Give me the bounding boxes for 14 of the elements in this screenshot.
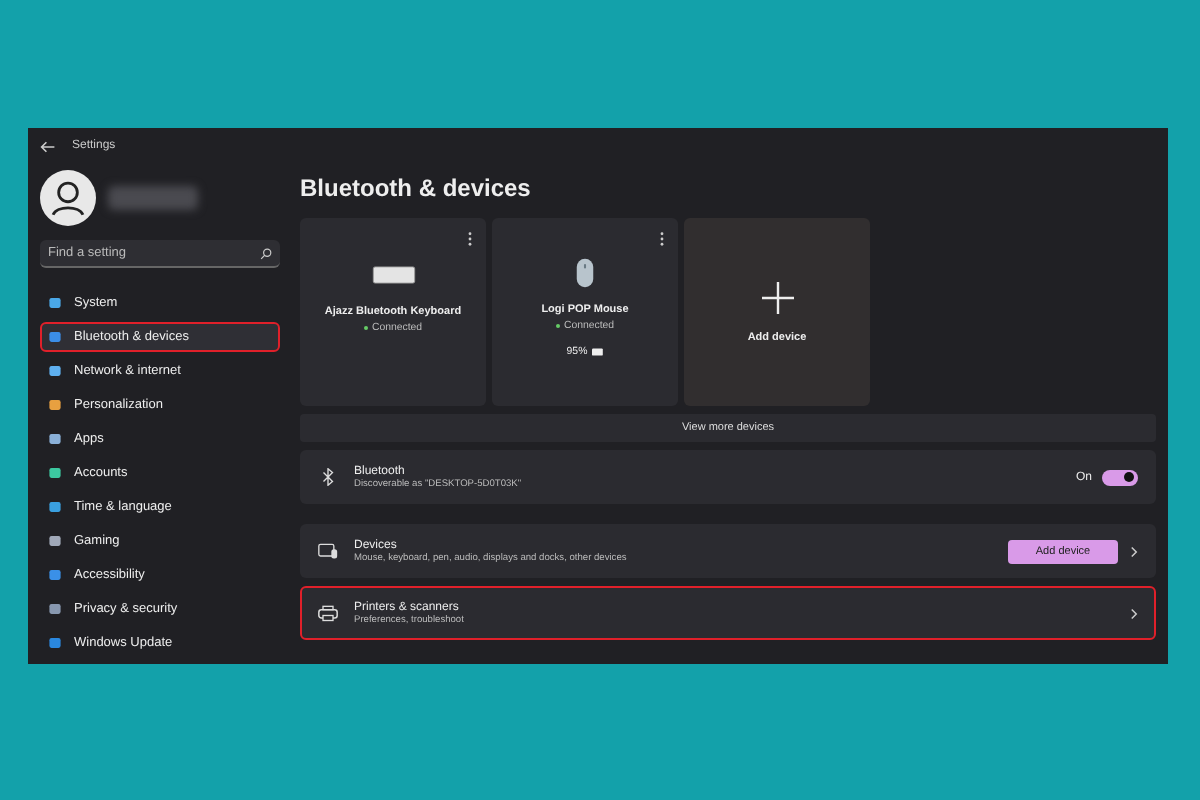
- chevron-right-icon: [1130, 607, 1138, 619]
- bluetooth-toggle[interactable]: [1102, 469, 1138, 485]
- battery-icon: [591, 348, 604, 356]
- chevron-right-icon: [1130, 545, 1138, 557]
- printer-icon: [318, 604, 338, 622]
- keyboard-mouse-icon: [318, 542, 338, 560]
- plus-icon: [761, 281, 793, 313]
- blurred-account-name: [108, 186, 198, 210]
- avatar-silhouette-icon: [40, 170, 96, 226]
- search-icon: [260, 248, 272, 260]
- keyboard-icon: [371, 266, 415, 284]
- mouse-icon: [576, 258, 594, 288]
- page-title: Bluetooth & devices: [300, 174, 533, 202]
- back-arrow-icon[interactable]: [40, 139, 56, 153]
